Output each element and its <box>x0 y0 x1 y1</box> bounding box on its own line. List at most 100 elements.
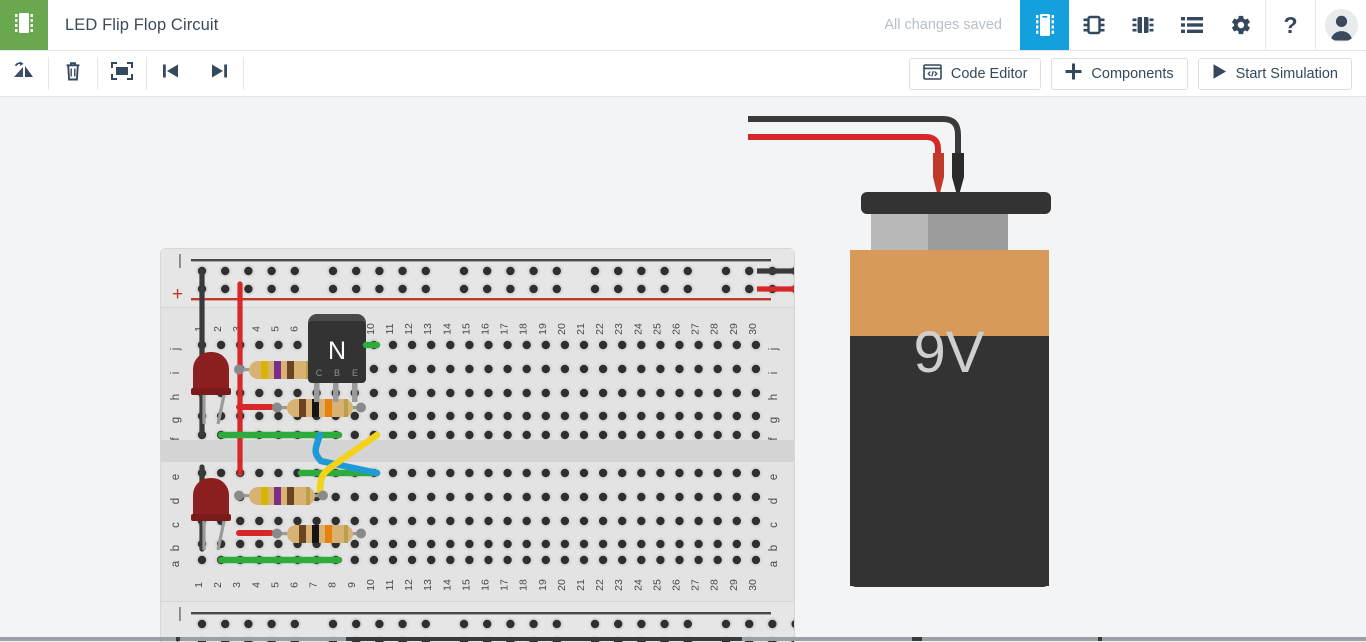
svg-text:11: 11 <box>384 579 396 590</box>
skip-next-icon <box>209 61 229 86</box>
svg-text:|: | <box>178 252 182 269</box>
svg-text:27: 27 <box>690 579 702 591</box>
code-editor-label: Code Editor <box>950 65 1028 82</box>
battery-cap <box>861 192 1051 214</box>
svg-text:5: 5 <box>269 326 281 332</box>
list-view-icon[interactable] <box>1167 0 1216 50</box>
plus-icon <box>1065 63 1082 84</box>
battery-label: 9V <box>914 320 985 385</box>
svg-text:4: 4 <box>250 582 262 588</box>
skip-previous-icon <box>161 61 181 86</box>
rotate-icon <box>12 61 36 86</box>
svg-text:22: 22 <box>594 579 606 591</box>
svg-text:24: 24 <box>632 323 644 335</box>
svg-text:21: 21 <box>575 323 587 335</box>
schematic-view-icon[interactable] <box>1069 0 1118 50</box>
svg-text:i: i <box>170 372 182 375</box>
battery-9v[interactable]: 9V <box>748 107 1088 637</box>
svg-text:18: 18 <box>518 579 530 591</box>
svg-text:6: 6 <box>289 326 301 332</box>
svg-text:B: B <box>334 368 340 378</box>
svg-text:15: 15 <box>460 323 472 335</box>
svg-text:19: 19 <box>537 323 549 335</box>
svg-text:15: 15 <box>460 579 472 591</box>
breadboard[interactable]: | + 123456789101112131415161718192021222… <box>161 249 826 642</box>
svg-text:b: b <box>170 545 182 551</box>
rotate-button[interactable] <box>0 51 48 96</box>
app-logo-button[interactable] <box>0 0 48 50</box>
svg-text:20: 20 <box>556 323 568 335</box>
code-editor-button[interactable]: Code Editor <box>908 57 1042 90</box>
svg-text:13: 13 <box>422 579 434 591</box>
svg-text:h: h <box>170 394 182 400</box>
svg-text:13: 13 <box>422 323 434 335</box>
svg-text:29: 29 <box>728 579 740 591</box>
chip-icon <box>14 11 34 40</box>
svg-text:27: 27 <box>690 323 702 335</box>
fit-to-screen-button[interactable] <box>98 51 146 96</box>
svg-text:7: 7 <box>308 582 320 588</box>
svg-text:4: 4 <box>250 326 262 332</box>
svg-text:16: 16 <box>480 579 492 591</box>
svg-text:17: 17 <box>499 579 511 591</box>
svg-text:+: + <box>172 284 183 305</box>
save-status: All changes saved <box>884 17 1002 33</box>
delete-button[interactable] <box>49 51 97 96</box>
svg-text:25: 25 <box>651 323 663 335</box>
svg-text:3: 3 <box>231 582 243 588</box>
components-button[interactable]: Components <box>1051 57 1188 90</box>
svg-text:g: g <box>170 417 182 423</box>
circuit-canvas[interactable]: | + 123456789101112131415161718192021222… <box>0 97 1366 642</box>
start-simulation-label: Start Simulation <box>1235 65 1338 82</box>
svg-text:d: d <box>170 498 182 504</box>
svg-text:e: e <box>170 474 182 480</box>
svg-text:16: 16 <box>480 323 492 335</box>
avatar[interactable] <box>1315 0 1366 50</box>
document-title[interactable]: LED Flip Flop Circuit <box>65 16 218 35</box>
svg-text:25: 25 <box>651 579 663 591</box>
settings-icon[interactable] <box>1216 0 1265 50</box>
svg-text:8: 8 <box>327 582 339 588</box>
svg-text:20: 20 <box>556 579 568 591</box>
trash-icon <box>64 60 82 87</box>
svg-text:17: 17 <box>499 323 511 335</box>
svg-text:18: 18 <box>518 323 530 335</box>
svg-text:10: 10 <box>365 579 377 591</box>
breadboard-graphic: | + 123456789101112131415161718192021222… <box>161 249 826 642</box>
pcb-view-icon[interactable] <box>1118 0 1167 50</box>
svg-text:|: | <box>178 605 182 622</box>
svg-text:11: 11 <box>384 323 396 334</box>
step-forward-button[interactable] <box>195 51 243 96</box>
svg-text:26: 26 <box>671 323 683 335</box>
breadboard-view-icon[interactable] <box>1020 0 1069 50</box>
svg-text:28: 28 <box>709 323 721 335</box>
help-icon[interactable]: ? <box>1265 0 1315 50</box>
svg-text:5: 5 <box>269 582 281 588</box>
play-icon <box>1212 63 1227 84</box>
svg-text:2: 2 <box>212 326 224 332</box>
top-icon-group: ? <box>1020 0 1366 50</box>
svg-text:23: 23 <box>613 323 625 335</box>
svg-text:19: 19 <box>537 579 549 591</box>
svg-text:a: a <box>170 560 182 567</box>
svg-text:23: 23 <box>613 579 625 591</box>
toolbar-left-group <box>0 51 244 96</box>
svg-text:26: 26 <box>671 579 683 591</box>
svg-text:E: E <box>352 368 358 378</box>
svg-text:14: 14 <box>441 323 453 335</box>
svg-text:j: j <box>170 348 182 352</box>
svg-text:c: c <box>170 522 182 528</box>
step-back-button[interactable] <box>147 51 195 96</box>
title-area: LED Flip Flop Circuit <box>48 0 884 50</box>
os-taskbar-edge <box>0 637 1366 641</box>
svg-text:28: 28 <box>709 579 721 591</box>
svg-text:6: 6 <box>289 582 301 588</box>
top-bar: LED Flip Flop Circuit All changes saved <box>0 0 1366 51</box>
svg-text:22: 22 <box>594 323 606 335</box>
svg-text:10: 10 <box>365 323 377 335</box>
svg-text:1: 1 <box>193 582 205 588</box>
start-simulation-button[interactable]: Start Simulation <box>1197 57 1352 90</box>
svg-text:C: C <box>316 368 323 378</box>
svg-text:12: 12 <box>403 579 415 591</box>
editor-toolbar: Code Editor Components Start Simulation <box>0 51 1366 97</box>
